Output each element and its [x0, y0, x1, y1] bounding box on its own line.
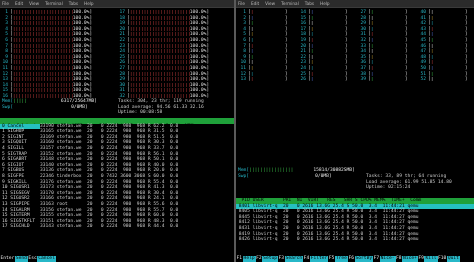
menu-view[interactable]: View	[29, 1, 39, 7]
function-key[interactable]: F10 Quit	[437, 256, 460, 262]
cpu-number: 52	[420, 77, 426, 83]
bracket: ]	[344, 77, 348, 83]
left-terminal-window: File Edit View Terminal Tabs Help 1[||||…	[0, 0, 234, 262]
function-key[interactable]: Esc Cancel	[27, 256, 56, 262]
menu-terminal[interactable]: Terminal	[281, 1, 299, 7]
cpu-bar-fill: |	[370, 77, 374, 83]
menu-file[interactable]: File	[238, 1, 245, 7]
function-key-label: Tree	[334, 256, 348, 262]
process-row[interactable]: 8426 libvirt-q 20 0 2616 13.6G 25.4 R 50…	[236, 237, 474, 243]
swp-meter: Swp[ 0/0MB]	[238, 173, 332, 179]
function-key-code: Enter	[0, 256, 15, 262]
process-row[interactable]: 33143 stefan.we 20 0 2224 980 968 R 44.4…	[40, 224, 178, 230]
process-row[interactable]: 33148 stefan.we 20 0 2224 980 968 R 50.1…	[40, 157, 178, 163]
bracket: ]	[284, 77, 288, 83]
function-key-label: Help	[242, 256, 256, 262]
bracket: ]	[404, 77, 408, 83]
menu-edit[interactable]: Edit	[251, 1, 259, 7]
left-htop: 1[||||||||||||||||||||||||||||100.0%]2[|…	[0, 8, 234, 262]
function-key[interactable]: Enter Send	[0, 256, 28, 262]
function-key[interactable]: F6 SortBy	[347, 256, 374, 262]
right-process-list: 8401 libvirt-q 20 0 2616 13.6G 25.4 S 50…	[236, 203, 474, 243]
process-row[interactable]: 33155 stefan.we 20 0 2224 980 968 R 60.0…	[40, 213, 178, 219]
menu-terminal[interactable]: Terminal	[45, 1, 63, 7]
menu-edit[interactable]: Edit	[15, 1, 23, 7]
function-key-label: Filter	[309, 256, 329, 262]
right-terminal-window: File Edit View Terminal Tabs Help 1[|] 2[…	[236, 0, 474, 262]
menu-tabs[interactable]: Tabs	[69, 1, 78, 7]
function-key[interactable]: F8 Nice+	[395, 256, 418, 262]
cpu-meter: 52[|]	[418, 77, 468, 83]
cpu-meter: 13[|]	[238, 77, 288, 83]
function-key[interactable]: F5 Tree	[328, 256, 348, 262]
process-row[interactable]: 33157 stefan.we 20 0 2224 980 968 R 33.7…	[40, 146, 178, 152]
function-key-label: Quit	[446, 256, 460, 262]
process-row[interactable]: 33173 stefan.we 20 0 2224 980 968 R 41.3…	[40, 185, 178, 191]
menu-file[interactable]: File	[2, 1, 9, 7]
function-key-label: Search	[284, 256, 304, 262]
bracket: ]	[464, 77, 468, 83]
function-key[interactable]: F7 Nice-	[373, 256, 396, 262]
left-process-list: 33190 stefan.we 20 0 2224 980 968 R 62.2…	[40, 124, 178, 230]
cpu-bar-fill: |	[430, 77, 434, 83]
function-key-label: Nice-	[379, 256, 396, 262]
uptime-info: Uptime: 00:08:58	[118, 110, 163, 116]
right-function-keys: F1 Help F2 Setup F3 Search F4 Filter F5 Tree F6 Sor…	[236, 256, 474, 262]
function-key[interactable]: F1 Help	[236, 256, 256, 262]
cpu-bar-fill: |	[250, 77, 254, 83]
left-menubar: File Edit View Terminal Tabs Help	[0, 0, 234, 8]
function-key[interactable]: F3 Search	[278, 256, 304, 262]
function-key-label: Cancel	[37, 256, 56, 262]
uptime-info: Uptime: 02:15:24	[366, 185, 411, 191]
menu-tabs[interactable]: Tabs	[305, 1, 314, 7]
function-key-code: F10	[437, 256, 447, 262]
process-row[interactable]: 22346 tinderbox 20 0 7432 3600 3068 S 60…	[40, 174, 178, 180]
swp-meter: Swp[ 0/0MB]	[2, 104, 88, 110]
function-key-code: Esc	[27, 256, 38, 262]
right-htop: 1[|] 2[|] 3[|] 4[|] 5[|] 6[|] 7[|] 8[|] 9[|] 10[|…	[236, 8, 474, 262]
function-key-label: SortBy	[354, 256, 374, 262]
cpu-bar-fill: |	[310, 77, 314, 83]
function-key[interactable]: F2 Setup	[255, 256, 279, 262]
menu-help[interactable]: Help	[320, 1, 330, 7]
menu-help[interactable]: Help	[84, 1, 94, 7]
cpu-meter: 39[|]	[358, 77, 408, 83]
function-key-label: Nice+	[402, 256, 418, 262]
process-row[interactable]: 33165 stefan.we 20 0 2224 980 968 R 31.5…	[40, 129, 178, 135]
function-key[interactable]: F9 Kill	[417, 256, 438, 262]
signal-list: 0 Cancel 1 SIGHUP 2 SIGINT 3 SIGQUIT 4 SIGIL…	[0, 123, 40, 230]
cpu-number: 26	[300, 77, 306, 83]
function-key-label: Setup	[262, 256, 279, 262]
left-function-keys: Enter Send Esc Cancel	[0, 256, 234, 262]
function-key[interactable]: F4 Filter	[303, 256, 329, 262]
process-row[interactable]: 33163 root 20 0 2224 980 968 R 55.6 0.0	[40, 202, 178, 208]
cpu-number: 13	[240, 77, 246, 83]
cpu-meter: 26[|]	[298, 77, 348, 83]
function-key-label: Send	[14, 256, 28, 262]
signal-item[interactable]: 17 SIGCHLD	[0, 224, 40, 230]
function-key-label: Kill	[424, 256, 438, 262]
menu-view[interactable]: View	[265, 1, 275, 7]
right-menubar: File Edit View Terminal Tabs Help	[236, 0, 474, 8]
cpu-number: 39	[360, 77, 366, 83]
